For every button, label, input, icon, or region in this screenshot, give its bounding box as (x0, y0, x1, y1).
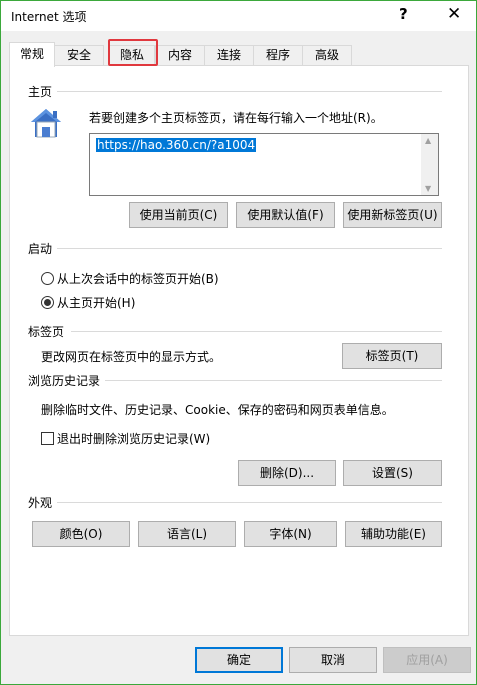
fonts-button[interactable]: 字体(N) (244, 521, 337, 547)
tab-programs[interactable]: 程序 (253, 45, 303, 66)
tabs-description: 更改网页在标签页中的显示方式。 (41, 350, 222, 364)
tabs-divider (71, 331, 442, 332)
history-description: 删除临时文件、历史记录、Cookie、保存的密码和网页表单信息。 (41, 403, 394, 417)
url-scrollbar[interactable]: ▲ ▼ (421, 134, 438, 195)
delete-history-button[interactable]: 删除(D)... (238, 460, 336, 486)
homepage-url-text: https://hao.360.cn/?a1004 (96, 138, 257, 152)
use-new-tab-button[interactable]: 使用新标签页(U) (343, 202, 442, 228)
tab-general[interactable]: 常规 (9, 42, 55, 67)
homepage-group-title: 主页 (28, 85, 53, 99)
tab-security[interactable]: 安全 (54, 45, 104, 66)
window-title: Internet 选项 (11, 10, 87, 24)
history-divider (105, 380, 442, 381)
homepage-divider (57, 91, 442, 92)
ok-button[interactable]: 确定 (195, 647, 283, 673)
colors-button[interactable]: 颜色(O) (32, 521, 130, 547)
history-group-title: 浏览历史记录 (28, 374, 101, 388)
privacy-tab-highlight (108, 39, 158, 66)
startup-divider (57, 248, 442, 249)
appearance-group-title: 外观 (28, 496, 53, 510)
tabs-group-title: 标签页 (28, 325, 65, 339)
tabs-settings-button[interactable]: 标签页(T) (342, 343, 442, 369)
title-bar: Internet 选项 ? ✕ (1, 1, 476, 31)
internet-options-window: Internet 选项 ? ✕ 常规 安全 隐私 内容 连接 程序 高级 主页 … (0, 0, 477, 685)
cancel-button[interactable]: 取消 (289, 647, 377, 673)
startup-last-session-label: 从上次会话中的标签页开始(B) (57, 272, 219, 286)
tab-content[interactable]: 内容 (155, 45, 205, 66)
tab-connections[interactable]: 连接 (204, 45, 254, 66)
history-settings-button[interactable]: 设置(S) (343, 460, 442, 486)
help-button[interactable]: ? (399, 5, 408, 23)
homepage-url-textarea[interactable]: https://hao.360.cn/?a1004 ▲ ▼ (89, 133, 439, 196)
tab-advanced[interactable]: 高级 (302, 45, 352, 66)
close-button[interactable]: ✕ (447, 4, 461, 24)
startup-homepage-label: 从主页开始(H) (57, 296, 136, 310)
use-default-button[interactable]: 使用默认值(F) (236, 202, 335, 228)
house-icon (31, 109, 61, 138)
appearance-divider (57, 502, 442, 503)
languages-button[interactable]: 语言(L) (138, 521, 236, 547)
accessibility-button[interactable]: 辅助功能(E) (345, 521, 442, 547)
homepage-description: 若要创建多个主页标签页，请在每行输入一个地址(R)。 (89, 111, 383, 125)
apply-button[interactable]: 应用(A) (383, 647, 471, 673)
startup-last-session-radio[interactable] (41, 272, 54, 285)
tab-strip: 常规 安全 隐私 内容 连接 程序 高级 (9, 42, 469, 67)
use-current-button[interactable]: 使用当前页(C) (129, 202, 228, 228)
scroll-down-icon[interactable]: ▼ (425, 184, 431, 193)
startup-homepage-radio[interactable] (41, 296, 54, 309)
startup-group-title: 启动 (28, 242, 53, 256)
delete-on-exit-label: 退出时删除浏览历史记录(W) (57, 432, 211, 446)
scroll-up-icon[interactable]: ▲ (425, 136, 431, 145)
delete-on-exit-checkbox[interactable] (41, 432, 54, 445)
